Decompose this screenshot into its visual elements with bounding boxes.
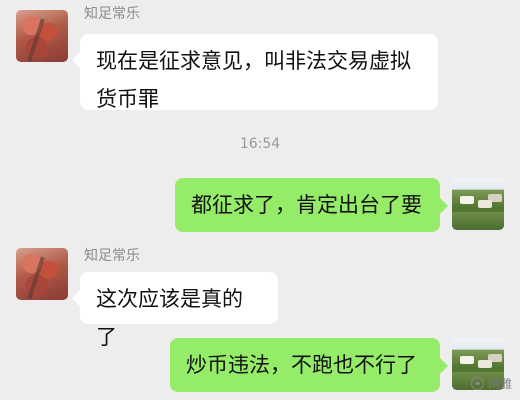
message-4-text: 炒币违法，不跑也不行了: [186, 353, 417, 377]
message-bubble-3[interactable]: 这次应该是真的了: [72, 272, 278, 349]
sender-avatar-1[interactable]: [16, 10, 68, 62]
message-1-line-2: 货币罪: [96, 87, 159, 111]
watermark: 网雅: [470, 375, 512, 392]
message-bubble-4[interactable]: 炒币违法，不跑也不行了: [170, 338, 448, 392]
message-timestamp: 16:54: [239, 136, 281, 152]
my-avatar-1[interactable]: [452, 178, 504, 230]
sender-name-1: 知足常乐: [84, 6, 140, 22]
message-bubble-1[interactable]: 现在是征求意见，叫非法交易虚拟 货币罪: [72, 34, 438, 111]
sender-avatar-2[interactable]: [16, 248, 68, 300]
message-2-text: 都征求了，肯定出台了要: [191, 193, 422, 217]
wechat-icon: [470, 377, 484, 390]
message-bubble-2[interactable]: 都征求了，肯定出台了要: [175, 178, 448, 232]
watermark-label: 网雅: [487, 377, 512, 391]
message-1-line-1: 现在是征求意见，叫非法交易虚拟: [96, 49, 411, 73]
sender-name-2: 知足常乐: [84, 248, 140, 264]
